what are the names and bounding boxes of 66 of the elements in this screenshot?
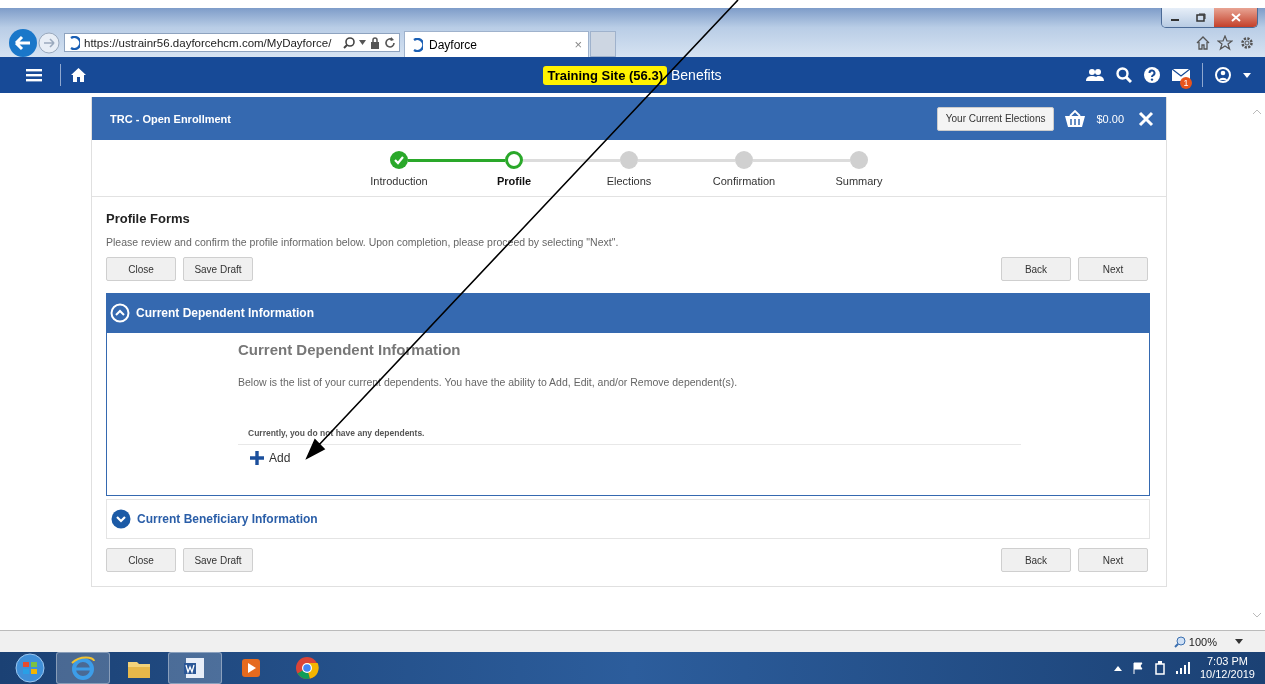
refresh-icon[interactable] <box>384 36 396 49</box>
browser-tab[interactable]: Dayforce × <box>404 31 589 57</box>
tab-close[interactable]: × <box>574 37 582 52</box>
back-button[interactable]: Back <box>1001 548 1071 572</box>
add-button[interactable]: Add <box>250 451 291 465</box>
cart-total: $0.00 <box>1096 112 1124 125</box>
accordion-header[interactable]: Current Beneficiary Information <box>106 499 1150 539</box>
close-icon[interactable] <box>1138 110 1154 127</box>
lock-icon <box>370 36 380 49</box>
people-icon[interactable] <box>1086 68 1104 82</box>
accordion-title[interactable]: Current Dependent Information <box>136 306 314 320</box>
restore-icon <box>1196 13 1206 22</box>
start-orb-icon[interactable] <box>14 653 46 683</box>
back-button[interactable]: Back <box>1001 257 1071 281</box>
chrome-icon[interactable] <box>294 655 320 681</box>
site-badge: Training Site (56.3) <box>543 65 667 85</box>
tray-up-icon[interactable] <box>1113 665 1122 671</box>
section-title: Profile Forms <box>106 211 191 226</box>
url-text: https://ustrainr56.dayforcehcm.com/MyDayforce/ <box>84 36 333 49</box>
mail-icon[interactable] <box>1172 68 1190 82</box>
caret-icon[interactable] <box>1243 72 1251 78</box>
signal-icon[interactable] <box>1175 662 1190 674</box>
basket-icon[interactable] <box>1064 109 1087 128</box>
close-button[interactable] <box>1214 8 1257 27</box>
next-button[interactable]: Next <box>1078 257 1148 281</box>
home-icon[interactable] <box>71 68 86 82</box>
accordion-header[interactable]: Current Dependent Information <box>106 293 1150 333</box>
page-icon <box>68 35 80 50</box>
step-label[interactable]: Confirmation <box>712 175 776 187</box>
settings-icon[interactable] <box>1239 34 1255 51</box>
plus-icon <box>250 451 264 465</box>
step-label[interactable]: Introduction <box>370 175 428 187</box>
close-button[interactable]: Close <box>106 548 176 572</box>
star-icon[interactable] <box>1217 34 1233 51</box>
caret-icon <box>359 40 366 45</box>
step-label[interactable]: Elections <box>606 175 652 187</box>
address-bar[interactable]: https://ustrainr56.dayforcehcm.com/MyDayforce/ <box>64 33 400 52</box>
menu-icon[interactable] <box>26 68 42 82</box>
caret-icon[interactable] <box>1235 639 1243 644</box>
card-title: TRC - Open Enrollment <box>110 112 232 125</box>
restore-button[interactable] <box>1188 8 1214 27</box>
user-icon[interactable] <box>1215 67 1231 83</box>
zoom-icon <box>1173 635 1186 648</box>
home-icon[interactable] <box>1195 34 1211 51</box>
save-draft-button[interactable]: Save Draft <box>183 548 253 572</box>
browser-icon[interactable] <box>70 655 96 681</box>
step-label[interactable]: Summary <box>835 175 883 187</box>
elections-button[interactable]: Your Current Elections <box>936 106 1055 131</box>
page-icon <box>411 37 423 52</box>
search-icon <box>343 36 355 49</box>
save-draft-button[interactable]: Save Draft <box>183 257 253 281</box>
minimize-button[interactable] <box>1162 8 1188 27</box>
flag-icon[interactable] <box>1131 662 1144 674</box>
power-icon[interactable] <box>1153 661 1166 675</box>
zoom-level[interactable]: 100% <box>1188 635 1217 648</box>
page-title: Benefits <box>671 67 722 83</box>
step-label[interactable]: Profile <box>496 175 532 187</box>
notification-badge: 1 <box>1180 77 1192 89</box>
next-button[interactable]: Next <box>1078 548 1148 572</box>
close-button[interactable]: Close <box>106 257 176 281</box>
accordion-title[interactable]: Current Beneficiary Information <box>137 512 318 526</box>
close-icon <box>1230 13 1241 22</box>
help-icon[interactable] <box>1144 67 1160 83</box>
back-icon[interactable] <box>8 27 38 58</box>
clock[interactable]: 7:03 PM 10/12/2019 <box>1199 655 1255 681</box>
search-icon[interactable] <box>1116 67 1132 83</box>
